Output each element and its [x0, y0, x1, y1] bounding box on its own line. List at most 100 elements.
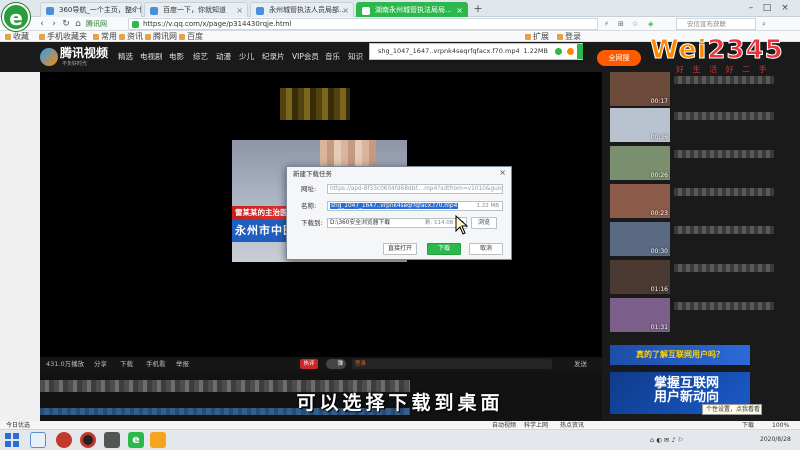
saveto-path-field[interactable]: D:\360安全浏览器下载 剩: 114.08 GB	[327, 218, 467, 228]
cancel-button[interactable]: 取消	[469, 243, 503, 255]
tab-favicon-icon	[150, 7, 158, 15]
related-video-thumbnail[interactable]: 00:26	[610, 146, 670, 180]
status-left[interactable]: 今日优选	[6, 421, 30, 430]
windows-start-icon[interactable]	[4, 432, 20, 448]
360-browser-taskbar-icon[interactable]: e	[128, 432, 144, 448]
url-input[interactable]: https://v.qq.com/x/page/p314430rqje.html	[128, 18, 598, 30]
related-video-thumbnail[interactable]: 01:31	[610, 298, 670, 332]
blurred-video-title[interactable]	[674, 188, 774, 196]
thumbnail-duration: 00:26	[650, 172, 668, 179]
share-button[interactable]: 分享	[94, 357, 107, 371]
download-button[interactable]: 下载	[120, 357, 133, 371]
close-icon[interactable]: ×	[130, 3, 137, 17]
nav-item[interactable]: 少儿	[239, 52, 254, 62]
fav-item[interactable]: 百度	[178, 31, 203, 42]
danmu-toggle[interactable]: 弹	[326, 359, 346, 369]
maximize-icon[interactable]: □	[760, 1, 774, 15]
related-video-thumbnail[interactable]: 00:23	[610, 184, 670, 218]
home-icon[interactable]: ⌂	[72, 17, 84, 31]
nav-item[interactable]: 精选	[118, 52, 133, 62]
tray-icons[interactable]: ⌂ ◐ ✉ ♪ ⚐	[650, 433, 683, 447]
sogou-input-icon[interactable]	[30, 432, 46, 448]
download-confirm-button[interactable]: 下载	[427, 243, 461, 255]
back-icon[interactable]: ‹	[36, 17, 48, 31]
close-window-icon[interactable]: ×	[778, 1, 792, 15]
danmu-input[interactable]: 登录	[352, 359, 552, 369]
refresh-icon[interactable]: ↻	[60, 17, 72, 31]
quanwang-search-button[interactable]: 全网搜	[597, 50, 641, 66]
filename-field[interactable]: shg_1047_1647..vrpnk4seqrfqfacx.f70.mp4 …	[327, 201, 503, 211]
nav-item[interactable]: 纪录片	[262, 52, 285, 62]
nav-item[interactable]: 电视剧	[140, 52, 163, 62]
report-button[interactable]: 举报	[176, 357, 189, 371]
new-download-dialog[interactable]: 新建下载任务 × 网址: https://apd-8f33c0604fd68db…	[286, 166, 512, 260]
extension-icon[interactable]: ⊞	[618, 18, 624, 30]
related-video-thumbnail[interactable]: 01:16	[610, 260, 670, 294]
blurred-video-title[interactable]	[674, 264, 774, 272]
tab-baidu[interactable]: 百度一下，你就知道 ×	[144, 2, 248, 17]
record-icon[interactable]	[80, 432, 96, 448]
fav-item[interactable]: 常用	[92, 31, 117, 42]
status-item[interactable]: 热点资讯	[560, 421, 584, 430]
download-go-icon[interactable]	[567, 48, 574, 55]
forward-icon[interactable]: ›	[48, 17, 60, 31]
site-logo-text[interactable]: 腾讯视频	[60, 47, 108, 60]
folder-icon[interactable]	[150, 432, 166, 448]
related-video-thumbnail[interactable]: 00:30	[610, 222, 670, 256]
close-icon[interactable]: ×	[342, 3, 349, 17]
nav-item[interactable]: 电影	[169, 52, 184, 62]
star-icon[interactable]: ☆	[632, 18, 638, 30]
hot-comment-badge[interactable]: 热评	[300, 359, 318, 369]
url-field[interactable]: https://apd-8f33c0604fd68dbf....mp4?sdtf…	[327, 184, 503, 194]
related-video-thumbnail[interactable]: 00:36	[610, 108, 670, 142]
browse-button[interactable]: 浏览	[471, 217, 497, 229]
tab-label: 永州城管执法人员局部…	[269, 6, 346, 14]
tab-yongzhou-active[interactable]: 湖南永州城管执法局局… ×	[356, 2, 468, 17]
ad-banner-1[interactable]: 真的了解互联网用户吗？	[610, 345, 750, 365]
blurred-video-title[interactable]	[674, 226, 774, 234]
fav-item[interactable]: 收藏	[4, 31, 29, 42]
blurred-video-title[interactable]	[674, 112, 774, 120]
lightning-icon[interactable]: ⚡	[604, 18, 609, 30]
tab-yongzhou-1[interactable]: 永州城管执法人员局部… ×	[250, 2, 354, 17]
login-link[interactable]: 登录	[556, 31, 581, 42]
360-browser-logo-icon[interactable]: e	[2, 3, 30, 31]
zoom-level[interactable]: 100%	[772, 421, 789, 430]
fav-item[interactable]: 资讯	[118, 31, 143, 42]
nav-item[interactable]: 知识	[348, 52, 363, 62]
nav-item[interactable]: VIP会员	[292, 52, 319, 62]
close-icon[interactable]: ×	[236, 3, 243, 17]
status-item[interactable]: 科学上网	[524, 421, 548, 430]
pause-icon[interactable]	[555, 48, 562, 55]
status-item[interactable]: 下载	[742, 421, 754, 430]
search-input[interactable]: 安信宣布获联	[676, 18, 756, 30]
shield-icon[interactable]: ◈	[648, 18, 653, 30]
view-count: 431.0万播放	[46, 360, 85, 368]
open-directly-button[interactable]: 直接打开	[383, 243, 417, 255]
blurred-video-title[interactable]	[674, 76, 774, 84]
send-button[interactable]: 发送	[574, 357, 587, 371]
related-video-thumbnail[interactable]: 00:17	[610, 72, 670, 106]
tencent-video-logo-icon[interactable]	[40, 48, 58, 66]
download-popup[interactable]: shg_1047_1647..vrpnk4seqrfqfacx.f70.mp4 …	[369, 43, 583, 60]
status-item[interactable]: 自动视频	[492, 421, 516, 430]
minimize-icon[interactable]: –	[744, 1, 758, 15]
close-icon[interactable]: ×	[456, 3, 463, 17]
tab-360-nav[interactable]: 360导航_一个主页，整个世界 ×	[40, 2, 142, 17]
mobile-watch-button[interactable]: 手机看	[146, 357, 166, 371]
extensions-menu[interactable]: 扩展	[524, 31, 549, 42]
blurred-video-title[interactable]	[674, 150, 774, 158]
watermark-logo: Wei2345	[649, 35, 784, 65]
tab-favicon-icon	[46, 7, 54, 15]
search-icon[interactable]: ⌕	[762, 18, 766, 30]
fav-item[interactable]: 腾讯网	[144, 31, 177, 42]
media-player-icon[interactable]	[56, 432, 72, 448]
blurred-video-title[interactable]	[674, 302, 774, 310]
nav-item[interactable]: 音乐	[325, 52, 340, 62]
new-tab-button[interactable]: +	[471, 2, 485, 16]
close-icon[interactable]: ×	[499, 168, 506, 178]
terminal-icon[interactable]	[104, 432, 120, 448]
fav-item[interactable]: 手机收藏夹	[38, 31, 87, 42]
nav-item[interactable]: 动漫	[216, 52, 231, 62]
nav-item[interactable]: 综艺	[193, 52, 208, 62]
